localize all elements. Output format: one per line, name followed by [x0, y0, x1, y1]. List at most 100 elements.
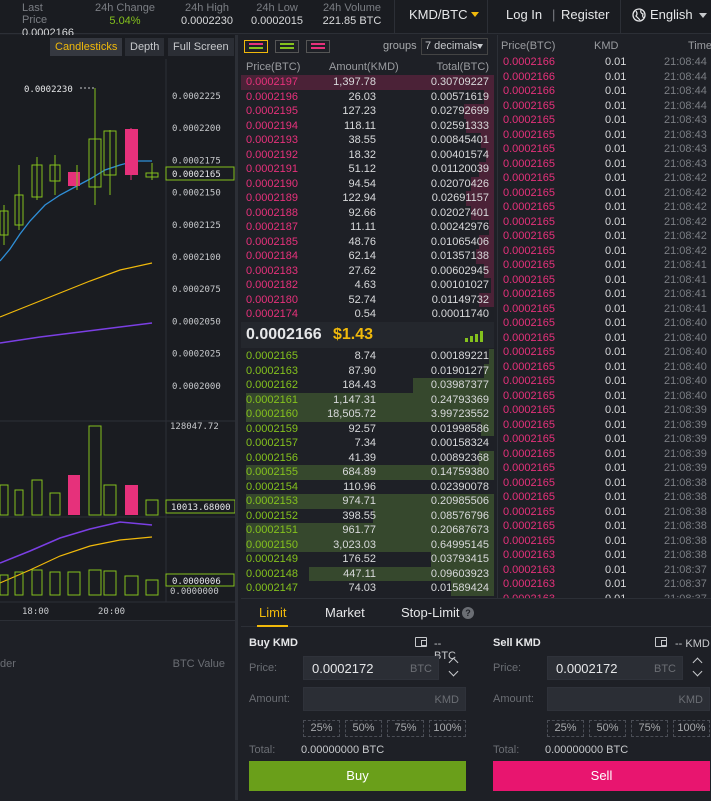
bid-row[interactable]: 0.0002161 1,147.31 0.24793369 — [241, 392, 494, 407]
sell-pct-75[interactable]: 75% — [631, 720, 668, 737]
buy-pct-25[interactable]: 25% — [303, 720, 340, 737]
ask-row[interactable]: 0.0002184 62.14 0.01357138 — [241, 249, 494, 264]
trade-time: 21:08:40 — [664, 389, 707, 402]
sell-pct-25[interactable]: 25% — [547, 720, 584, 737]
chart-canvas[interactable]: 0.0002225 0.0002200 0.0002175 0.0002150 0.00… — [0, 35, 235, 620]
bid-total: 0.00189221 — [430, 350, 489, 362]
ask-row[interactable]: 0.0002189 122.94 0.02691157 — [241, 191, 494, 206]
ask-row[interactable]: 0.0002190 94.54 0.02070426 — [241, 176, 494, 191]
book-asks-icon[interactable] — [306, 40, 330, 53]
wallet-icon[interactable] — [415, 637, 427, 647]
tab-market[interactable]: Market — [325, 599, 365, 627]
ask-total: 0.30709227 — [430, 76, 489, 88]
ask-row[interactable]: 0.0002194 118.11 0.02591333 — [241, 118, 494, 133]
bid-row[interactable]: 0.0002154 110.96 0.02390078 — [241, 480, 494, 495]
sell-price-input[interactable]: 0.0002172 BTC — [547, 656, 683, 680]
chevron-down-icon[interactable] — [448, 666, 459, 677]
trade-row: 0.0002165 0.01 21:08:42 — [498, 171, 711, 186]
buy-price-input[interactable]: 0.0002172 BTC — [303, 656, 439, 680]
register-link[interactable]: Register — [561, 0, 609, 30]
tab-limit[interactable]: Limit — [257, 599, 289, 627]
sell-pct-100[interactable]: 100% — [673, 720, 710, 737]
bid-row[interactable]: 0.0002165 8.74 0.00189221 — [241, 349, 494, 364]
bid-amount: 87.90 — [348, 364, 376, 377]
buy-pct-100[interactable]: 100% — [429, 720, 466, 737]
ask-total: 0.00101027 — [430, 279, 489, 291]
candlesticks-button[interactable]: Candlesticks — [50, 38, 123, 56]
bid-row[interactable]: 0.0002159 92.57 0.01998586 — [241, 421, 494, 436]
bid-row[interactable]: 0.0002155 684.89 0.14759380 — [241, 465, 494, 480]
trade-amount: 0.01 — [605, 491, 627, 503]
bid-total: 0.20687673 — [430, 524, 489, 536]
price-chart[interactable]: 0.0002225 0.0002200 0.0002175 0.0002150 0.00… — [0, 35, 238, 620]
trade-price: 0.0002165 — [503, 360, 555, 373]
buy-amount-input[interactable]: KMD — [303, 687, 466, 711]
bid-row[interactable]: 0.0002160 18,505.72 3.99723552 — [241, 407, 494, 422]
sell-price-stepper[interactable] — [690, 656, 706, 680]
trade-price: 0.0002165 — [503, 433, 555, 445]
buy-pct-75[interactable]: 75% — [387, 720, 424, 737]
ask-row[interactable]: 0.0002192 18.32 0.00401574 — [241, 147, 494, 162]
ask-row[interactable]: 0.0002174 0.54 0.00011740 — [241, 307, 494, 322]
ask-price: 0.0002174 — [246, 308, 298, 320]
bid-row[interactable]: 0.0002149 176.52 0.03793415 — [241, 552, 494, 567]
trade-time: 21:08:44 — [664, 85, 707, 97]
buy-price-stepper[interactable] — [446, 656, 462, 680]
trade-time: 21:08:42 — [664, 230, 707, 242]
ask-row[interactable]: 0.0002183 27.62 0.00602945 — [241, 263, 494, 278]
bid-row[interactable]: 0.0002148 447.11 0.09603923 — [241, 566, 494, 581]
ask-total: 0.02070426 — [430, 177, 489, 190]
ask-row[interactable]: 0.0002193 38.55 0.00845401 — [241, 133, 494, 148]
bid-row[interactable]: 0.0002147 74.03 0.01589424 — [241, 581, 494, 596]
bid-row[interactable]: 0.0002152 398.55 0.08576796 — [241, 508, 494, 523]
ask-row[interactable]: 0.0002195 127.23 0.02792699 — [241, 104, 494, 119]
ask-row[interactable]: 0.0002188 92.66 0.02027401 — [241, 205, 494, 220]
bid-row[interactable]: 0.0002162 184.43 0.03987377 — [241, 378, 494, 393]
tab-stop-limit[interactable]: Stop-Limit — [401, 599, 460, 627]
low-stat: 24h Low 0.0002015 — [242, 2, 312, 27]
trade-price: 0.0002165 — [503, 346, 555, 358]
help-icon[interactable]: ? — [462, 607, 474, 619]
bid-total: 0.03793415 — [430, 553, 489, 565]
buy-pct-50[interactable]: 50% — [345, 720, 382, 737]
bid-row[interactable]: 0.0002150 3,023.03 0.64995145 — [241, 537, 494, 552]
bid-row[interactable]: 0.0002151 961.77 0.20687673 — [241, 523, 494, 538]
trade-time: 21:08:42 — [664, 201, 707, 213]
trade-row: 0.0002165 0.01 21:08:42 — [498, 200, 711, 215]
bid-row[interactable]: 0.0002157 7.34 0.00158324 — [241, 436, 494, 451]
sell-amount-input[interactable]: KMD — [547, 687, 710, 711]
ask-price: 0.0002187 — [246, 221, 298, 233]
buy-button[interactable]: Buy — [249, 761, 466, 791]
sell-pct-50[interactable]: 50% — [589, 720, 626, 737]
trade-price: 0.0002165 — [503, 288, 555, 300]
ask-row[interactable]: 0.0002180 52.74 0.01149732 — [241, 292, 494, 307]
ask-row[interactable]: 0.0002187 11.11 0.00242976 — [241, 220, 494, 235]
ask-row[interactable]: 0.0002196 26.03 0.00571619 — [241, 89, 494, 104]
depth-bar — [488, 220, 494, 235]
bid-total: 0.00158324 — [430, 437, 489, 449]
depth-button[interactable]: Depth — [125, 38, 165, 56]
book-both-icon[interactable] — [244, 40, 268, 53]
full-screen-button[interactable]: Full Screen — [168, 38, 234, 56]
pair-selector[interactable]: KMD/BTC — [394, 0, 488, 34]
bid-row[interactable]: 0.0002153 974.71 0.20985506 — [241, 494, 494, 509]
sell-button[interactable]: Sell — [493, 761, 710, 791]
ask-row[interactable]: 0.0002185 48.76 0.01065406 — [241, 234, 494, 249]
wallet-icon[interactable] — [655, 637, 667, 647]
bid-row[interactable]: 0.0002163 87.90 0.01901277 — [241, 363, 494, 378]
mid-price-bar: 0.0002166 $1.43 — [241, 322, 494, 348]
book-bids-icon[interactable] — [275, 40, 299, 53]
decimals-select[interactable]: 7 decimals — [421, 38, 488, 55]
trade-price: 0.0002165 — [503, 230, 555, 242]
ask-row[interactable]: 0.0002182 4.63 0.00101027 — [241, 278, 494, 293]
ask-amount: 11.11 — [350, 221, 376, 233]
price-axis: 0.0002225 0.0002200 0.0002175 0.0002150 0.00… — [172, 92, 221, 392]
trade-price: 0.0002165 — [503, 273, 555, 286]
bid-row[interactable]: 0.0002156 41.39 0.00892368 — [241, 450, 494, 465]
language-selector[interactable]: English — [620, 0, 711, 34]
ask-row[interactable]: 0.0002197 1,397.78 0.30709227 — [241, 75, 494, 90]
chevron-down-icon[interactable] — [692, 666, 703, 677]
ask-row[interactable]: 0.0002191 51.12 0.01120039 — [241, 162, 494, 177]
buy-panel: Buy KMD -- BTC Price: 0.0002172 BTC Amou… — [241, 631, 466, 801]
login-link[interactable]: Log In — [506, 0, 542, 30]
